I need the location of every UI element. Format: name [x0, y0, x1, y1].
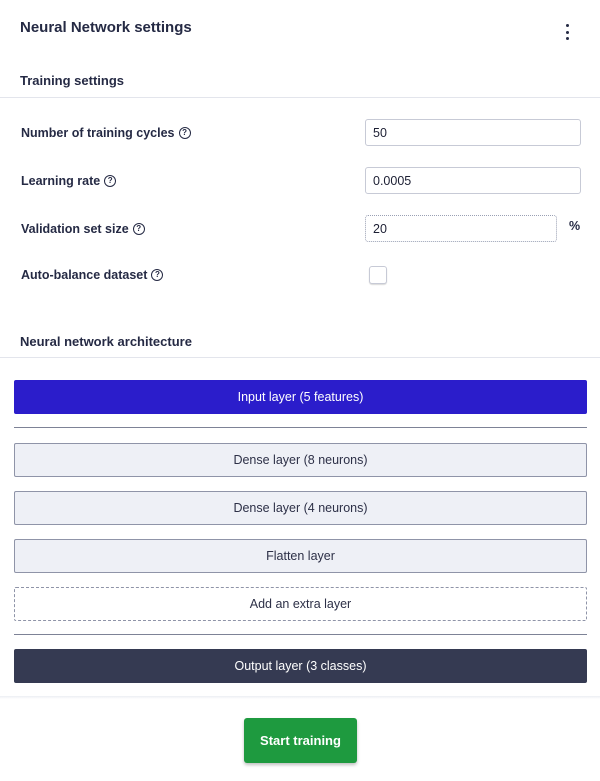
training-settings-title: Training settings	[20, 73, 125, 88]
input-layer[interactable]: Input layer (5 features)	[14, 380, 587, 414]
auto-balance-row: Auto-balance dataset ?	[0, 266, 600, 296]
validation-set-label-text: Validation set size	[21, 222, 129, 236]
architecture-title: Neural network architecture	[20, 334, 192, 349]
auto-balance-label: Auto-balance dataset ?	[21, 268, 164, 282]
help-circle-icon[interactable]: ?	[104, 175, 117, 187]
layer-separator	[14, 427, 587, 428]
learning-rate-label: Learning rate ?	[21, 174, 117, 188]
dense-layer-4[interactable]: Dense layer (4 neurons)	[14, 491, 587, 525]
output-layer[interactable]: Output layer (3 classes)	[14, 649, 587, 683]
percent-unit: %	[569, 219, 581, 233]
footer-divider	[0, 696, 600, 699]
start-training-button[interactable]: Start training	[244, 718, 357, 763]
training-cycles-row: Number of training cycles ?	[0, 119, 600, 149]
panel-header: Neural Network settings	[0, 0, 600, 60]
panel-title: Neural Network settings	[20, 19, 192, 36]
validation-set-row: Validation set size ? %	[0, 215, 600, 245]
help-circle-icon[interactable]: ?	[178, 127, 191, 139]
divider	[0, 97, 600, 98]
validation-set-label: Validation set size ?	[21, 222, 145, 236]
learning-rate-input[interactable]	[365, 167, 581, 194]
training-cycles-label-text: Number of training cycles	[21, 126, 175, 140]
more-vertical-icon[interactable]	[561, 24, 573, 40]
help-circle-icon[interactable]: ?	[132, 223, 145, 235]
training-cycles-label: Number of training cycles ?	[21, 126, 191, 140]
learning-rate-label-text: Learning rate	[21, 174, 101, 188]
add-layer-button[interactable]: Add an extra layer	[14, 587, 587, 621]
auto-balance-checkbox[interactable]	[369, 266, 387, 284]
help-circle-icon[interactable]: ?	[151, 269, 164, 281]
training-cycles-input[interactable]	[365, 119, 581, 146]
divider	[0, 357, 600, 358]
layer-separator	[14, 634, 587, 635]
neural-network-settings-page: Neural Network settings Training setting…	[0, 0, 600, 781]
auto-balance-label-text: Auto-balance dataset	[21, 268, 148, 282]
dense-layer-8[interactable]: Dense layer (8 neurons)	[14, 443, 587, 477]
validation-set-input[interactable]	[365, 215, 557, 242]
flatten-layer[interactable]: Flatten layer	[14, 539, 587, 573]
learning-rate-row: Learning rate ?	[0, 167, 600, 197]
